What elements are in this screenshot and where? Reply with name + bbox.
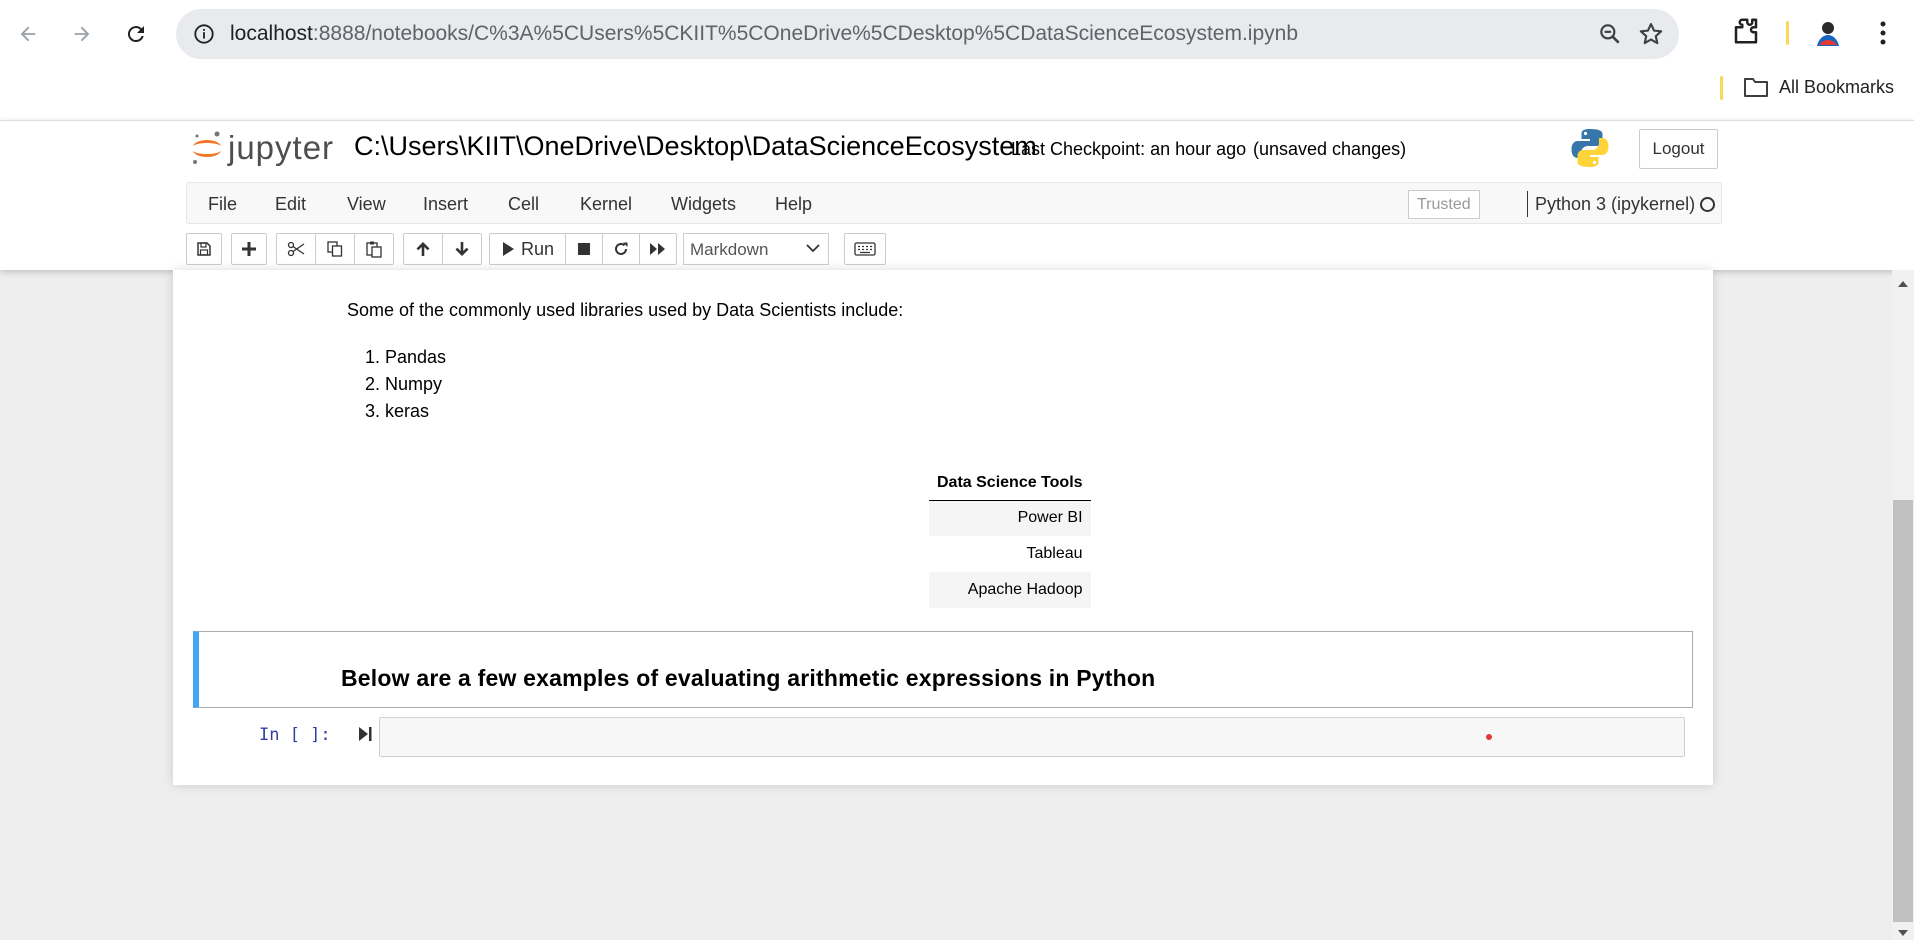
table-row: Apache Hadoop <box>929 572 1091 608</box>
kernel-separator <box>1527 191 1528 217</box>
paste-button[interactable] <box>354 233 394 265</box>
play-icon <box>502 242 514 256</box>
command-palette-button[interactable] <box>844 233 886 265</box>
unsaved-indicator: (unsaved changes) <box>1253 139 1407 159</box>
notebook-title[interactable]: C:\Users\KIIT\OneDrive\Desktop\DataScien… <box>354 131 1037 162</box>
extensions-icon[interactable] <box>1731 16 1765 50</box>
menu-widgets[interactable]: Widgets <box>671 194 736 215</box>
restart-kernel-button[interactable] <box>602 233 640 265</box>
arrow-right-icon <box>74 26 90 42</box>
menubar: File Edit View Insert Cell Kernel Widget… <box>186 182 1722 224</box>
arrow-left-icon <box>20 26 36 42</box>
copy-icon <box>327 241 343 257</box>
kernel-idle-icon <box>1700 197 1715 212</box>
run-cell-icon[interactable] <box>357 724 373 744</box>
table-row: Tableau <box>929 536 1091 572</box>
logout-button[interactable]: Logout <box>1639 129 1718 169</box>
profile-avatar[interactable] <box>1809 14 1847 52</box>
url-text[interactable]: localhost:8888/notebooks/C%3A%5CUsers%5C… <box>230 22 1298 46</box>
trusted-indicator[interactable]: Trusted <box>1408 190 1480 219</box>
reload-button[interactable] <box>116 14 156 54</box>
paste-icon <box>366 241 382 258</box>
menu-kernel[interactable]: Kernel <box>580 194 632 215</box>
cut-button[interactable] <box>276 233 316 265</box>
save-button[interactable] <box>186 233 222 265</box>
menu-file[interactable]: File <box>208 194 237 215</box>
scissors-icon <box>287 241 305 257</box>
stop-icon <box>578 243 590 255</box>
all-bookmarks-label: All Bookmarks <box>1779 76 1895 97</box>
code-cell-prompt: In [ ]: <box>259 725 331 745</box>
plus-icon <box>242 242 256 256</box>
libraries-list: Pandas Numpy keras <box>385 344 446 425</box>
list-item: Pandas <box>385 344 446 371</box>
folder-icon <box>1744 78 1768 97</box>
table-cell: Tableau <box>1026 545 1083 562</box>
run-label: Run <box>520 238 555 259</box>
toolbar-divider <box>1786 21 1789 45</box>
site-info-icon[interactable] <box>188 18 220 50</box>
keyboard-icon <box>854 242 876 256</box>
run-button[interactable]: Run <box>489 233 566 265</box>
table-row: Power BI <box>929 500 1091 536</box>
scroll-up-icon[interactable] <box>1896 276 1910 294</box>
jupyter-header: jupyter C:\Users\KIIT\OneDrive\Desktop\D… <box>0 120 1914 270</box>
copy-button[interactable] <box>315 233 355 265</box>
move-up-button[interactable] <box>403 233 443 265</box>
menu-help[interactable]: Help <box>775 194 812 215</box>
menu-edit[interactable]: Edit <box>275 194 306 215</box>
menu-cell[interactable]: Cell <box>508 194 539 215</box>
bookmarks-divider <box>1720 76 1723 100</box>
fast-forward-icon <box>650 243 665 255</box>
checkpoint-status: Last Checkpoint: an hour ago <box>1011 139 1247 159</box>
browser-chrome: localhost:8888/notebooks/C%3A%5CUsers%5C… <box>0 0 1914 120</box>
zoom-icon[interactable] <box>1597 21 1625 49</box>
restart-icon <box>615 242 628 255</box>
arrow-down-icon <box>455 242 469 256</box>
restart-run-all-button[interactable] <box>639 233 677 265</box>
forward-button[interactable] <box>62 14 102 54</box>
table-header: Data Science Tools <box>929 466 1091 501</box>
libraries-intro: Some of the commonly used libraries used… <box>347 300 904 320</box>
move-down-button[interactable] <box>442 233 482 265</box>
cell-type-value: Markdown <box>690 240 769 259</box>
cell-type-select[interactable]: Markdown <box>683 233 829 265</box>
table-cell: Power BI <box>929 500 1091 536</box>
selected-markdown-cell[interactable]: Below are a few examples of evaluating a… <box>193 631 1693 708</box>
arrow-up-icon <box>416 242 430 256</box>
scrollbar-thumb[interactable] <box>1893 500 1913 922</box>
bookmark-star-icon[interactable] <box>1637 20 1665 48</box>
code-cell-input[interactable] <box>379 717 1685 757</box>
save-icon <box>197 242 211 256</box>
kernel-name[interactable]: Python 3 (ipykernel) <box>1535 194 1695 215</box>
tools-table: Data Science Tools Power BI Tableau Apac… <box>929 466 1091 608</box>
menu-insert[interactable]: Insert <box>423 194 468 215</box>
notebook-container: Some of the commonly used libraries used… <box>173 270 1713 785</box>
scroll-down-icon[interactable] <box>1896 925 1910 940</box>
interrupt-button[interactable] <box>565 233 603 265</box>
back-button[interactable] <box>8 14 48 54</box>
all-bookmarks-button[interactable]: All Bookmarks <box>1743 76 1894 98</box>
list-item: Numpy <box>385 371 446 398</box>
reload-icon <box>127 26 144 43</box>
address-bar[interactable]: localhost:8888/notebooks/C%3A%5CUsers%5C… <box>176 9 1679 59</box>
cursor-marker <box>1486 734 1492 740</box>
python-logo-icon <box>1570 127 1610 169</box>
cell-heading: Below are a few examples of evaluating a… <box>341 665 1156 691</box>
jupyter-logo-text: jupyter <box>228 129 335 166</box>
table-cell: Apache Hadoop <box>929 572 1091 608</box>
jupyter-logo[interactable]: jupyter <box>190 129 334 167</box>
menu-view[interactable]: View <box>347 194 386 215</box>
more-menu-icon[interactable] <box>1868 16 1898 50</box>
insert-cell-button[interactable] <box>231 233 267 265</box>
list-item: keras <box>385 398 446 425</box>
jupyter-logo-icon <box>193 131 221 164</box>
chevron-down-icon <box>806 244 820 253</box>
